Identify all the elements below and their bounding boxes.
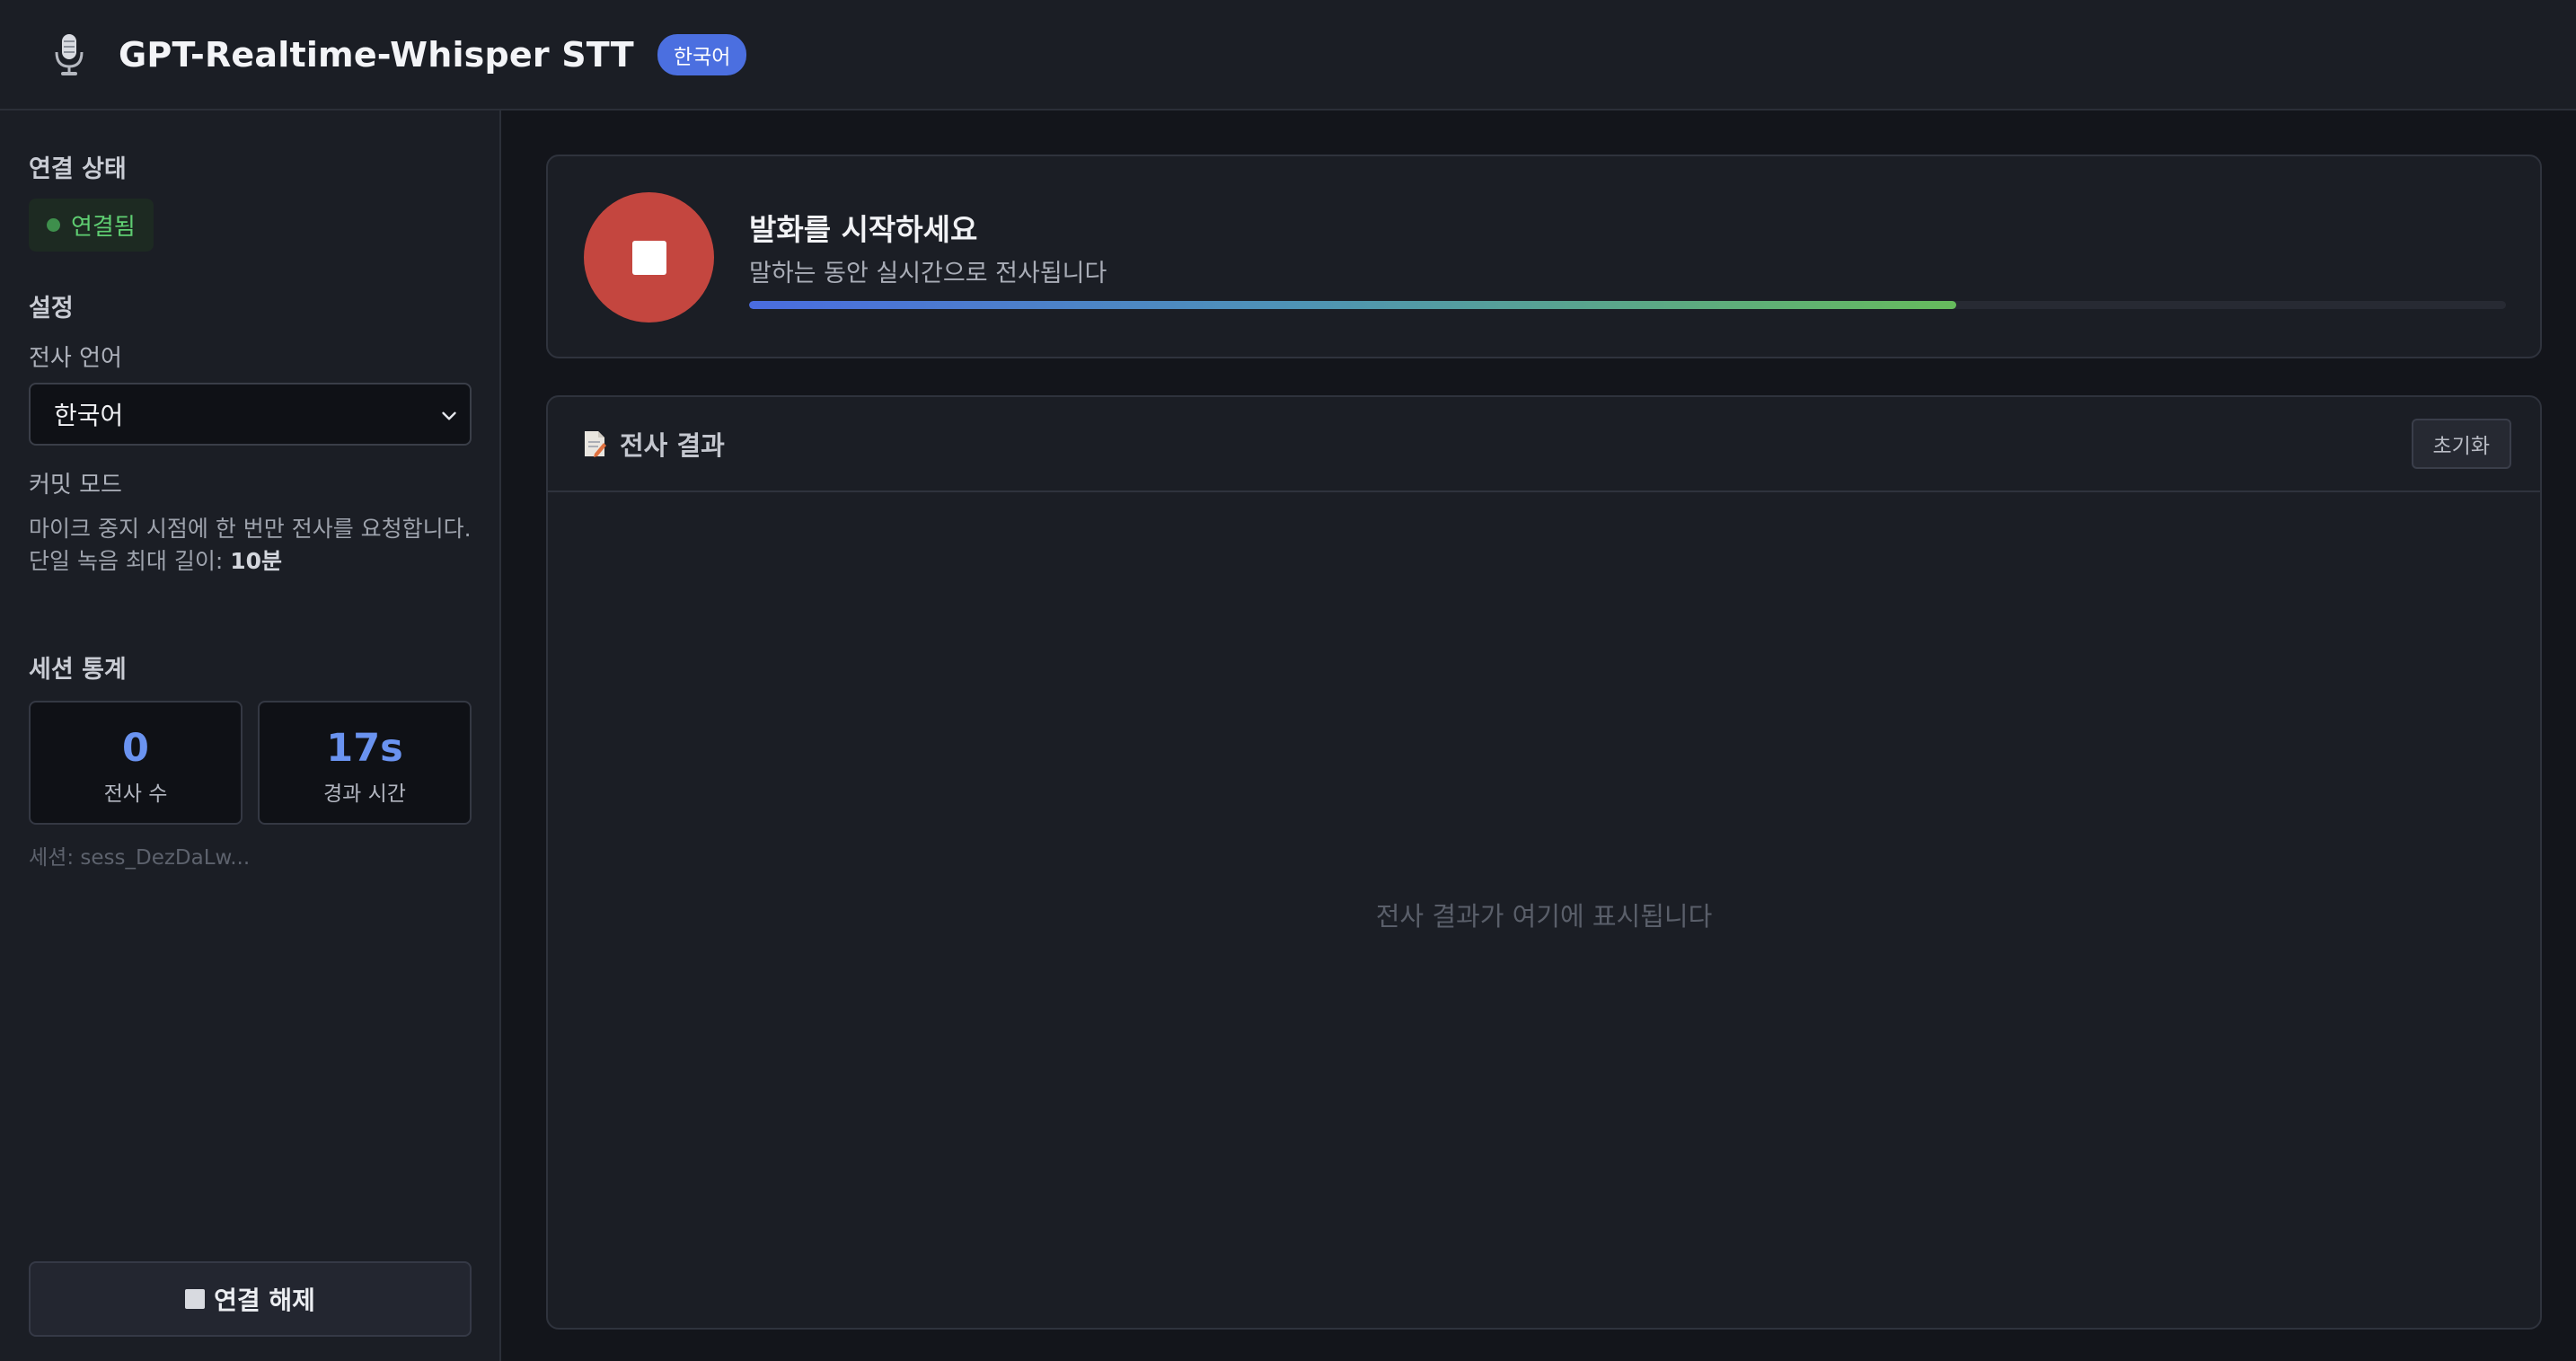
record-prompt-title: 발화를 시작하세요 xyxy=(749,212,978,247)
record-panel: 발화를 시작하세요 말하는 동안 실시간으로 전사됩니다 xyxy=(546,155,2542,358)
result-title: 전사 결과 xyxy=(620,430,725,461)
stop-icon xyxy=(631,240,666,275)
transcript-count-label: 전사 수 xyxy=(103,782,168,806)
result-header: 전사 결과 초기화 xyxy=(548,397,2540,492)
elapsed-time-value: 17s xyxy=(326,726,403,771)
reset-button[interactable]: 초기화 xyxy=(2411,419,2511,469)
session-stats-title: 세션 통계 xyxy=(29,656,127,684)
connection-status-title: 연결 상태 xyxy=(29,155,127,183)
settings-title: 설정 xyxy=(29,295,74,323)
max-length-label: 단일 녹음 최대 길이: xyxy=(29,548,231,574)
transcript-count-value: 0 xyxy=(122,726,149,771)
empty-result-message: 전사 결과가 여기에 표시됩니다 xyxy=(1375,901,1713,932)
sidebar: 연결 상태 연결됨 설정 전사 언어 한국어 커밋 모드 마이크 중지 시점에 … xyxy=(0,110,501,1361)
chevron-down-icon xyxy=(442,411,456,420)
session-id: 세션: sess_DezDaLw... xyxy=(29,846,251,870)
commit-mode-label: 커밋 모드 xyxy=(29,472,122,499)
app-title: GPT-Realtime-Whisper STT xyxy=(119,34,634,75)
commit-mode-text: 마이크 중지 시점에 한 번만 전사를 요청합니다. xyxy=(29,516,472,542)
audio-level-fill xyxy=(749,301,1956,309)
connection-status-text: 연결됨 xyxy=(71,214,136,241)
elapsed-time-label: 경과 시간 xyxy=(323,782,406,806)
language-select[interactable]: 한국어 xyxy=(29,383,472,446)
max-length-line: 단일 녹음 최대 길이: 10분 xyxy=(29,545,478,578)
connection-status-badge: 연결됨 xyxy=(29,199,154,252)
max-length-value: 10분 xyxy=(230,548,283,574)
language-select-value: 한국어 xyxy=(54,401,124,430)
commit-mode-description: 마이크 중지 시점에 한 번만 전사를 요청합니다. 단일 녹음 최대 길이: … xyxy=(29,513,478,578)
document-icon xyxy=(585,431,606,457)
stop-recording-button[interactable] xyxy=(584,192,714,323)
app-header: GPT-Realtime-Whisper STT 한국어 xyxy=(0,0,2576,110)
transcript-result-panel: 전사 결과 초기화 전사 결과가 여기에 표시됩니다 xyxy=(546,395,2542,1330)
elapsed-time-card: 17s 경과 시간 xyxy=(258,701,472,825)
disconnect-button[interactable]: 연결 해제 xyxy=(29,1261,472,1337)
transcript-count-card: 0 전사 수 xyxy=(29,701,243,825)
record-prompt-subtitle: 말하는 동안 실시간으로 전사됩니다 xyxy=(749,260,1107,287)
microphone-icon xyxy=(43,29,95,81)
audio-level-bar xyxy=(749,301,2506,309)
status-dot-icon xyxy=(47,218,60,232)
stop-icon xyxy=(185,1289,206,1309)
language-label: 전사 언어 xyxy=(29,345,122,372)
disconnect-label: 연결 해제 xyxy=(214,1286,315,1315)
language-badge: 한국어 xyxy=(657,33,747,75)
